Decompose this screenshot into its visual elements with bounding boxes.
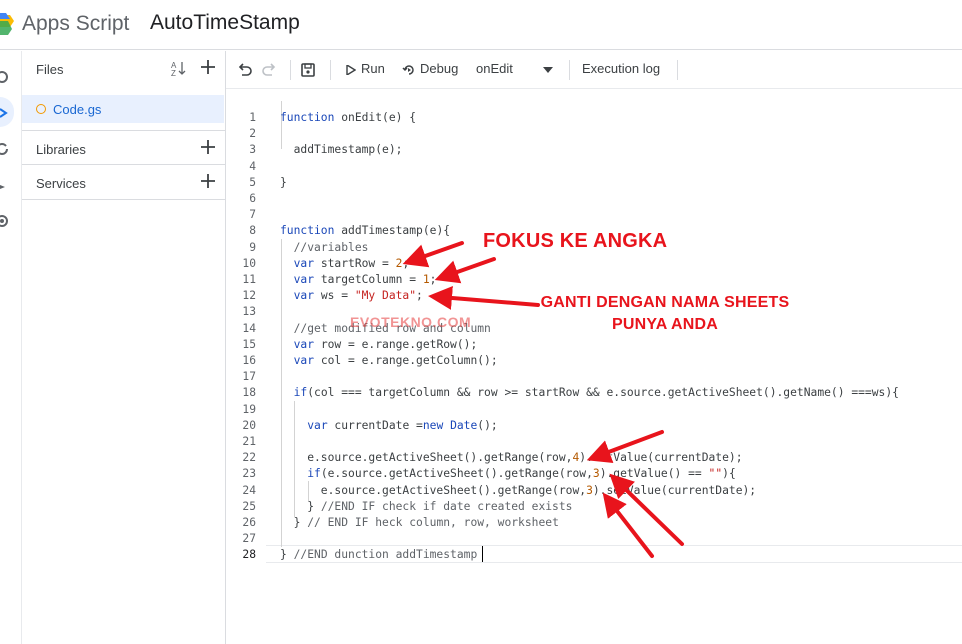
arrow-to-target-column <box>434 257 496 284</box>
arrow-to-sheet-name <box>428 286 540 310</box>
arrow-to-col-4 <box>586 430 664 464</box>
arrow-to-start-row <box>402 241 464 268</box>
annotation-arrows <box>402 241 684 558</box>
arrow-to-col-3-getvalue <box>609 473 684 546</box>
